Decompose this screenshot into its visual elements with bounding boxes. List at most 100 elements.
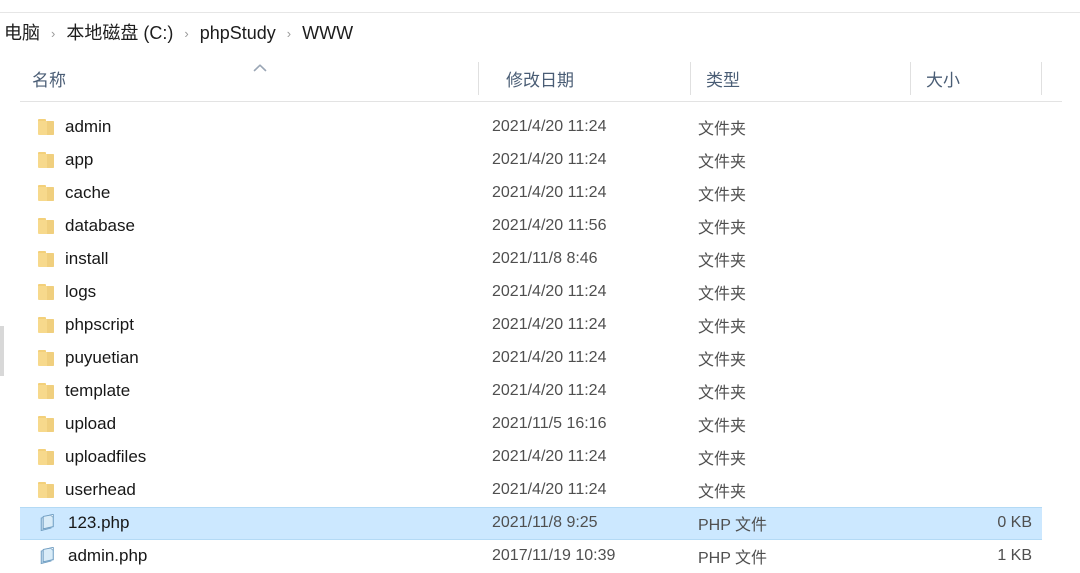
column-divider[interactable] <box>690 62 691 95</box>
file-type-cell: 文件夹 <box>698 187 747 204</box>
folder-icon <box>38 317 55 333</box>
file-name-label: install <box>65 249 109 268</box>
date-modified-cell: 2017/11/19 10:39 <box>492 547 616 564</box>
file-list[interactable]: admin 2021/4/20 11:24 文件夹 app 2021/4/20 11:2… <box>0 111 1080 569</box>
file-name-label: 123.php <box>68 513 130 532</box>
file-list-row[interactable]: app 2021/4/20 11:24 文件夹 <box>0 144 1080 177</box>
file-name-cell[interactable]: userhead <box>38 474 136 506</box>
chevron-right-icon[interactable]: › <box>42 27 64 40</box>
folder-icon <box>38 251 55 267</box>
breadcrumb-item-phpstudy[interactable]: phpStudy <box>198 22 278 44</box>
file-name-cell[interactable]: admin <box>38 111 111 143</box>
file-name-cell[interactable]: cache <box>38 177 110 209</box>
file-list-row[interactable]: admin.php 2017/11/19 10:39 PHP 文件 1 KB <box>0 540 1080 573</box>
file-name-cell[interactable]: app <box>38 144 93 176</box>
file-name-cell[interactable]: template <box>38 375 130 407</box>
file-list-row[interactable]: install 2021/11/8 8:46 文件夹 <box>0 243 1080 276</box>
file-name-label: template <box>65 381 131 400</box>
date-modified-cell: 2021/11/5 16:16 <box>492 415 607 432</box>
file-type-cell: 文件夹 <box>698 253 747 270</box>
column-divider[interactable] <box>478 62 479 95</box>
file-name-label: cache <box>65 183 111 202</box>
file-type-cell: PHP 文件 <box>698 517 768 534</box>
file-name-label: upload <box>65 414 117 433</box>
caret-up-icon <box>253 63 267 73</box>
folder-icon <box>38 119 55 135</box>
file-list-row[interactable]: logs 2021/4/20 11:24 文件夹 <box>0 276 1080 309</box>
folder-icon <box>38 218 55 234</box>
file-size-cell <box>892 309 1032 341</box>
date-modified-cell: 2021/11/8 9:25 <box>492 514 598 531</box>
column-header-type[interactable]: 类型 <box>692 56 740 101</box>
file-list-row[interactable]: uploadfiles 2021/4/20 11:24 文件夹 <box>0 441 1080 474</box>
file-name-cell[interactable]: 123.php <box>38 507 129 539</box>
folder-icon <box>38 350 55 366</box>
column-divider[interactable] <box>910 62 911 95</box>
file-size-cell <box>892 375 1032 407</box>
breadcrumb-item-local-disk[interactable]: 本地磁盘 (C:) <box>64 22 175 44</box>
date-modified-cell: 2021/4/20 11:24 <box>492 448 607 465</box>
file-name-cell[interactable]: logs <box>38 276 96 308</box>
file-type-cell: 文件夹 <box>698 418 747 435</box>
file-name-cell[interactable]: phpscript <box>38 309 134 341</box>
file-list-row[interactable]: phpscript 2021/4/20 11:24 文件夹 <box>0 309 1080 342</box>
file-list-row[interactable]: cache 2021/4/20 11:24 文件夹 <box>0 177 1080 210</box>
file-list-row[interactable]: template 2021/4/20 11:24 文件夹 <box>0 375 1080 408</box>
date-modified-cell: 2021/4/20 11:24 <box>492 184 607 201</box>
folder-icon <box>38 449 55 465</box>
address-bar[interactable]: 电脑 › 本地磁盘 (C:) › phpStudy › WWW <box>0 16 1080 50</box>
folder-icon <box>38 482 55 498</box>
folder-icon <box>38 284 55 300</box>
column-header-size[interactable]: 大小 <box>912 56 960 101</box>
column-header-date-modified[interactable]: 修改日期 <box>492 56 574 101</box>
file-size-cell <box>892 342 1032 374</box>
folder-icon <box>38 185 55 201</box>
date-modified-cell: 2021/4/20 11:24 <box>492 481 607 498</box>
file-list-row[interactable]: puyuetian 2021/4/20 11:24 文件夹 <box>0 342 1080 375</box>
file-type-cell: 文件夹 <box>698 121 747 138</box>
file-type-cell: 文件夹 <box>698 451 747 468</box>
file-type-cell: 文件夹 <box>698 352 747 369</box>
breadcrumb-item-www[interactable]: WWW <box>300 22 355 44</box>
file-name-label: uploadfiles <box>65 447 147 466</box>
column-divider[interactable] <box>1041 62 1042 95</box>
file-type-cell: 文件夹 <box>698 286 747 303</box>
file-size-cell <box>892 441 1032 473</box>
column-header-name[interactable]: 名称 <box>32 56 66 101</box>
vertical-scrollbar-thumb[interactable] <box>0 326 4 376</box>
chevron-right-icon[interactable]: › <box>278 27 300 40</box>
file-name-label: database <box>65 216 135 235</box>
folder-icon <box>38 416 55 432</box>
file-list-row[interactable]: 123.php 2021/11/8 9:25 PHP 文件 0 KB <box>0 507 1080 540</box>
date-modified-cell: 2021/4/20 11:24 <box>492 382 607 399</box>
file-type-cell: 文件夹 <box>698 154 747 171</box>
file-name-cell[interactable]: upload <box>38 408 116 440</box>
file-size-cell <box>892 144 1032 176</box>
column-header-row: 名称 修改日期 类型 大小 <box>20 56 1062 102</box>
file-list-row[interactable]: admin 2021/4/20 11:24 文件夹 <box>0 111 1080 144</box>
folder-icon <box>38 383 55 399</box>
file-name-cell[interactable]: uploadfiles <box>38 441 146 473</box>
file-name-cell[interactable]: puyuetian <box>38 342 139 374</box>
chevron-right-icon[interactable]: › <box>175 27 197 40</box>
file-explorer-window: 电脑 › 本地磁盘 (C:) › phpStudy › WWW 名称 修改日期 … <box>0 0 1080 569</box>
file-size-cell: 0 KB <box>997 514 1032 531</box>
file-name-cell[interactable]: admin.php <box>38 540 147 572</box>
date-modified-cell: 2021/4/20 11:24 <box>492 151 607 168</box>
file-name-cell[interactable]: install <box>38 243 108 275</box>
file-name-cell[interactable]: database <box>38 210 135 242</box>
file-size-cell: 1 KB <box>997 547 1032 564</box>
file-type-cell: 文件夹 <box>698 385 747 402</box>
date-modified-cell: 2021/4/20 11:24 <box>492 349 607 366</box>
file-name-label: phpscript <box>65 315 134 334</box>
date-modified-cell: 2021/4/20 11:24 <box>492 316 607 333</box>
php-file-icon <box>38 513 58 533</box>
file-list-row[interactable]: upload 2021/11/5 16:16 文件夹 <box>0 408 1080 441</box>
breadcrumb-item-computer[interactable]: 电脑 <box>2 22 42 44</box>
file-type-cell: 文件夹 <box>698 484 747 501</box>
file-list-row[interactable]: database 2021/4/20 11:56 文件夹 <box>0 210 1080 243</box>
file-list-row[interactable]: userhead 2021/4/20 11:24 文件夹 <box>0 474 1080 507</box>
file-name-label: logs <box>65 282 97 301</box>
file-size-cell <box>892 243 1032 275</box>
file-name-label: admin.php <box>68 546 148 565</box>
